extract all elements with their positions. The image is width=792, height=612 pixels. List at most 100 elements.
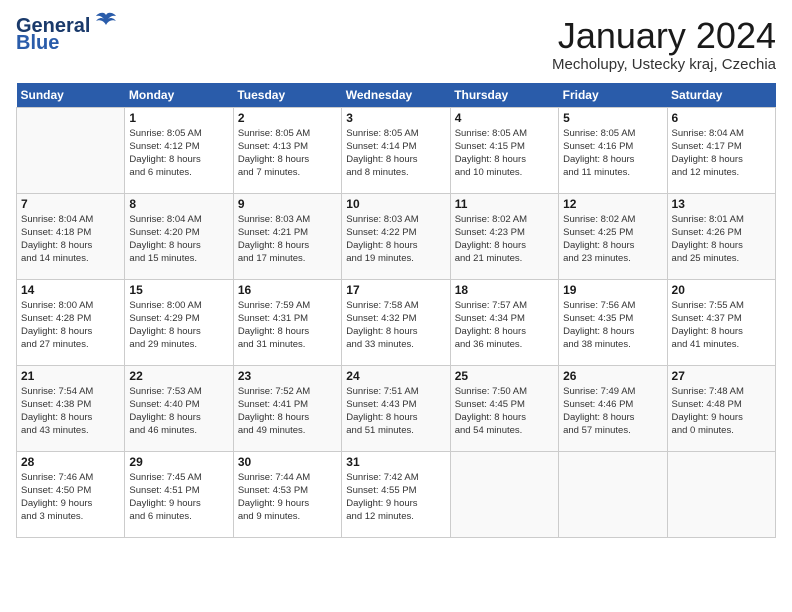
day-info: Sunrise: 8:04 AM Sunset: 4:20 PM Dayligh… — [129, 213, 228, 266]
day-number: 26 — [563, 369, 662, 383]
day-number: 21 — [21, 369, 120, 383]
day-number: 13 — [672, 197, 771, 211]
day-number: 14 — [21, 283, 120, 297]
weekday-header-thursday: Thursday — [450, 83, 558, 108]
day-number: 22 — [129, 369, 228, 383]
day-info: Sunrise: 8:05 AM Sunset: 4:16 PM Dayligh… — [563, 127, 662, 180]
calendar-cell: 27 Sunrise: 7:48 AM Sunset: 4:48 PM Dayli… — [667, 365, 775, 451]
day-number: 31 — [346, 455, 445, 469]
calendar-cell: 21Sunrise: 7:54 AM Sunset: 4:38 PM Dayli… — [17, 365, 125, 451]
day-info: Sunrise: 8:04 AM Sunset: 4:18 PM Dayligh… — [21, 213, 120, 266]
day-number: 4 — [455, 111, 554, 125]
day-number: 12 — [563, 197, 662, 211]
calendar-cell: 5 Sunrise: 8:05 AM Sunset: 4:16 PM Daylig… — [559, 107, 667, 193]
calendar-cell: 16 Sunrise: 7:59 AM Sunset: 4:31 PM Dayli… — [233, 279, 341, 365]
calendar-cell — [559, 451, 667, 537]
day-info: Sunrise: 7:45 AM Sunset: 4:51 PM Dayligh… — [129, 471, 228, 524]
day-info: Sunrise: 7:44 AM Sunset: 4:53 PM Dayligh… — [238, 471, 337, 524]
day-info: Sunrise: 7:50 AM Sunset: 4:45 PM Dayligh… — [455, 385, 554, 438]
day-number: 10 — [346, 197, 445, 211]
day-number: 2 — [238, 111, 337, 125]
day-number: 25 — [455, 369, 554, 383]
weekday-header-saturday: Saturday — [667, 83, 775, 108]
day-number: 30 — [238, 455, 337, 469]
day-info: Sunrise: 8:01 AM Sunset: 4:26 PM Dayligh… — [672, 213, 771, 266]
day-number: 15 — [129, 283, 228, 297]
calendar-cell: 19 Sunrise: 7:56 AM Sunset: 4:35 PM Dayli… — [559, 279, 667, 365]
day-info: Sunrise: 8:02 AM Sunset: 4:25 PM Dayligh… — [563, 213, 662, 266]
calendar-cell: 4 Sunrise: 8:05 AM Sunset: 4:15 PM Daylig… — [450, 107, 558, 193]
day-number: 16 — [238, 283, 337, 297]
calendar-cell: 20 Sunrise: 7:55 AM Sunset: 4:37 PM Dayli… — [667, 279, 775, 365]
calendar-cell: 24 Sunrise: 7:51 AM Sunset: 4:43 PM Dayli… — [342, 365, 450, 451]
day-info: Sunrise: 8:03 AM Sunset: 4:22 PM Dayligh… — [346, 213, 445, 266]
calendar-cell: 10 Sunrise: 8:03 AM Sunset: 4:22 PM Dayli… — [342, 193, 450, 279]
day-number: 18 — [455, 283, 554, 297]
day-info: Sunrise: 7:53 AM Sunset: 4:40 PM Dayligh… — [129, 385, 228, 438]
calendar-cell: 6Sunrise: 8:04 AM Sunset: 4:17 PM Daylig… — [667, 107, 775, 193]
calendar-cell: 1 Sunrise: 8:05 AM Sunset: 4:12 PM Daylig… — [125, 107, 233, 193]
weekday-header-wednesday: Wednesday — [342, 83, 450, 108]
day-info: Sunrise: 7:58 AM Sunset: 4:32 PM Dayligh… — [346, 299, 445, 352]
day-number: 27 — [672, 369, 771, 383]
week-row-3: 14Sunrise: 8:00 AM Sunset: 4:28 PM Dayli… — [17, 279, 776, 365]
calendar-cell: 11 Sunrise: 8:02 AM Sunset: 4:23 PM Dayli… — [450, 193, 558, 279]
day-number: 19 — [563, 283, 662, 297]
calendar-cell: 22 Sunrise: 7:53 AM Sunset: 4:40 PM Dayli… — [125, 365, 233, 451]
day-info: Sunrise: 7:49 AM Sunset: 4:46 PM Dayligh… — [563, 385, 662, 438]
day-info: Sunrise: 7:46 AM Sunset: 4:50 PM Dayligh… — [21, 471, 120, 524]
day-number: 3 — [346, 111, 445, 125]
day-info: Sunrise: 8:02 AM Sunset: 4:23 PM Dayligh… — [455, 213, 554, 266]
day-info: Sunrise: 8:05 AM Sunset: 4:15 PM Dayligh… — [455, 127, 554, 180]
calendar-cell: 17 Sunrise: 7:58 AM Sunset: 4:32 PM Dayli… — [342, 279, 450, 365]
calendar-title: January 2024 — [552, 16, 776, 56]
day-number: 7 — [21, 197, 120, 211]
calendar-cell — [667, 451, 775, 537]
day-info: Sunrise: 7:42 AM Sunset: 4:55 PM Dayligh… — [346, 471, 445, 524]
calendar-cell: 8 Sunrise: 8:04 AM Sunset: 4:20 PM Daylig… — [125, 193, 233, 279]
weekday-header-friday: Friday — [559, 83, 667, 108]
calendar-container: General Blue January 2024 Mecholupy, Ust… — [0, 0, 792, 546]
day-info: Sunrise: 8:05 AM Sunset: 4:13 PM Dayligh… — [238, 127, 337, 180]
day-info: Sunrise: 7:48 AM Sunset: 4:48 PM Dayligh… — [672, 385, 771, 438]
day-info: Sunrise: 7:57 AM Sunset: 4:34 PM Dayligh… — [455, 299, 554, 352]
day-number: 29 — [129, 455, 228, 469]
calendar-cell: 9 Sunrise: 8:03 AM Sunset: 4:21 PM Daylig… — [233, 193, 341, 279]
day-info: Sunrise: 8:05 AM Sunset: 4:14 PM Dayligh… — [346, 127, 445, 180]
week-row-5: 28 Sunrise: 7:46 AM Sunset: 4:50 PM Dayli… — [17, 451, 776, 537]
day-number: 24 — [346, 369, 445, 383]
day-number: 5 — [563, 111, 662, 125]
calendar-subtitle: Mecholupy, Ustecky kraj, Czechia — [552, 56, 776, 73]
calendar-cell: 15 Sunrise: 8:00 AM Sunset: 4:29 PM Dayli… — [125, 279, 233, 365]
day-info: Sunrise: 8:05 AM Sunset: 4:12 PM Dayligh… — [129, 127, 228, 180]
day-info: Sunrise: 7:59 AM Sunset: 4:31 PM Dayligh… — [238, 299, 337, 352]
calendar-table: SundayMondayTuesdayWednesdayThursdayFrid… — [16, 83, 776, 538]
calendar-cell: 13 Sunrise: 8:01 AM Sunset: 4:26 PM Dayli… — [667, 193, 775, 279]
day-number: 1 — [129, 111, 228, 125]
day-info: Sunrise: 8:00 AM Sunset: 4:29 PM Dayligh… — [129, 299, 228, 352]
day-info: Sunrise: 7:55 AM Sunset: 4:37 PM Dayligh… — [672, 299, 771, 352]
day-number: 9 — [238, 197, 337, 211]
calendar-cell: 31 Sunrise: 7:42 AM Sunset: 4:55 PM Dayli… — [342, 451, 450, 537]
header: General Blue January 2024 Mecholupy, Ust… — [16, 16, 776, 73]
calendar-cell — [17, 107, 125, 193]
calendar-cell: 23 Sunrise: 7:52 AM Sunset: 4:41 PM Dayli… — [233, 365, 341, 451]
day-info: Sunrise: 8:03 AM Sunset: 4:21 PM Dayligh… — [238, 213, 337, 266]
day-number: 17 — [346, 283, 445, 297]
day-number: 11 — [455, 197, 554, 211]
day-number: 23 — [238, 369, 337, 383]
day-info: Sunrise: 7:56 AM Sunset: 4:35 PM Dayligh… — [563, 299, 662, 352]
day-number: 20 — [672, 283, 771, 297]
day-number: 8 — [129, 197, 228, 211]
logo: General Blue — [16, 16, 118, 55]
day-number: 6 — [672, 111, 771, 125]
calendar-cell: 29 Sunrise: 7:45 AM Sunset: 4:51 PM Dayli… — [125, 451, 233, 537]
calendar-cell: 28 Sunrise: 7:46 AM Sunset: 4:50 PM Dayli… — [17, 451, 125, 537]
calendar-cell: 7 Sunrise: 8:04 AM Sunset: 4:18 PM Daylig… — [17, 193, 125, 279]
calendar-cell: 2 Sunrise: 8:05 AM Sunset: 4:13 PM Daylig… — [233, 107, 341, 193]
bird-icon — [94, 11, 118, 31]
day-info: Sunrise: 7:52 AM Sunset: 4:41 PM Dayligh… — [238, 385, 337, 438]
title-block: January 2024 Mecholupy, Ustecky kraj, Cz… — [552, 16, 776, 73]
day-number: 28 — [21, 455, 120, 469]
day-info: Sunrise: 7:51 AM Sunset: 4:43 PM Dayligh… — [346, 385, 445, 438]
